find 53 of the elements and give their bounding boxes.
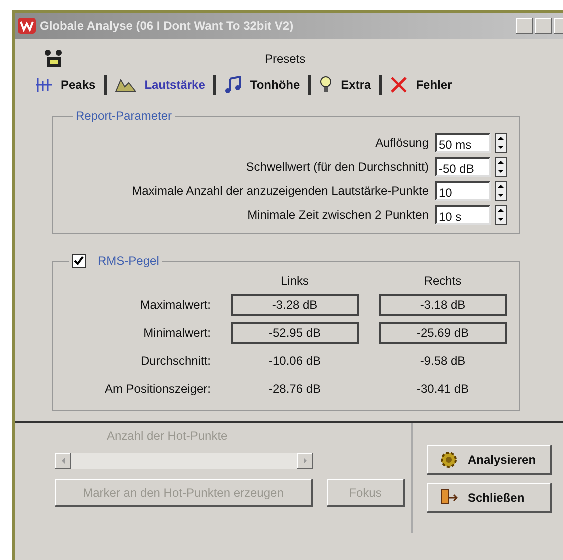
presets-label: Presets [265,52,306,66]
input-field[interactable]: 10 [435,181,491,201]
light-bulb-icon [319,76,334,94]
waveform-icon [35,76,53,94]
minimize-button[interactable] [516,18,533,34]
scroll-right-icon[interactable] [297,453,313,469]
row-label: Durchschnitt: [140,354,211,368]
exit-door-icon [440,488,458,506]
row-label: Minimalwert: [142,326,211,340]
value-cell: -25.69 dB [379,322,507,344]
app-logo-icon [18,18,36,34]
action-button[interactable]: Schließen [427,483,552,513]
presets-icon[interactable] [43,49,65,69]
group-title: RMS-Pegel [98,254,160,268]
spin-button[interactable] [495,157,507,177]
gear-icon [440,450,458,468]
parameter-label: Auflösung [376,136,429,150]
parameter-label: Schwellwert (für den Durchschnitt) [246,160,429,174]
close-icon [390,76,408,94]
tab[interactable]: Tonhöhe [222,74,302,96]
input-field[interactable]: 10 s [435,205,491,225]
row-label: Maximalwert: [139,298,211,312]
value-cell: -52.95 dB [231,322,359,344]
value-cell: -3.18 dB [379,294,507,316]
column-header: Links [280,274,310,288]
tab[interactable]: Fehler [388,74,454,96]
parameter-label: Maximale Anzahl der anzuzeigenden Lautstärke-Punkte [132,184,429,198]
row-label: Am Positionszeiger: [104,382,211,396]
spin-button[interactable] [495,133,507,153]
music-note-icon [224,76,242,94]
column-header: Rechts [423,274,463,288]
value-cell-text: -30.41 dB [416,381,470,398]
input-field[interactable]: 50 ms [435,133,491,153]
tab[interactable]: Extra [317,74,374,96]
checkbox[interactable] [72,254,86,268]
action-button[interactable]: Analysieren [427,445,552,475]
value-cell-text: -9.58 dB [419,353,467,370]
scroll-bar[interactable] [55,453,313,469]
tab[interactable]: Peaks [33,74,98,96]
value-cell: -3.28 dB [231,294,359,316]
spin-button[interactable] [495,181,507,201]
value-cell-text: -10.06 dB [268,353,322,370]
scroll-left-icon[interactable] [55,453,71,469]
spin-button[interactable] [495,205,507,225]
maximize-button[interactable] [535,18,552,34]
group-title: Report-Parameter [75,109,174,123]
mountain-icon [114,77,137,93]
window-title: Globale Analyse (06 I Dont Want To 32bit V2) [40,19,294,33]
parameter-label: Minimale Zeit zwischen 2 Punkten [248,208,429,222]
tab[interactable]: Lautstärke [112,75,208,95]
input-field[interactable]: -50 dB [435,157,491,177]
hot-points-label: Anzahl der Hot-Punkte [107,429,229,443]
value-cell-text: -28.76 dB [268,381,322,398]
